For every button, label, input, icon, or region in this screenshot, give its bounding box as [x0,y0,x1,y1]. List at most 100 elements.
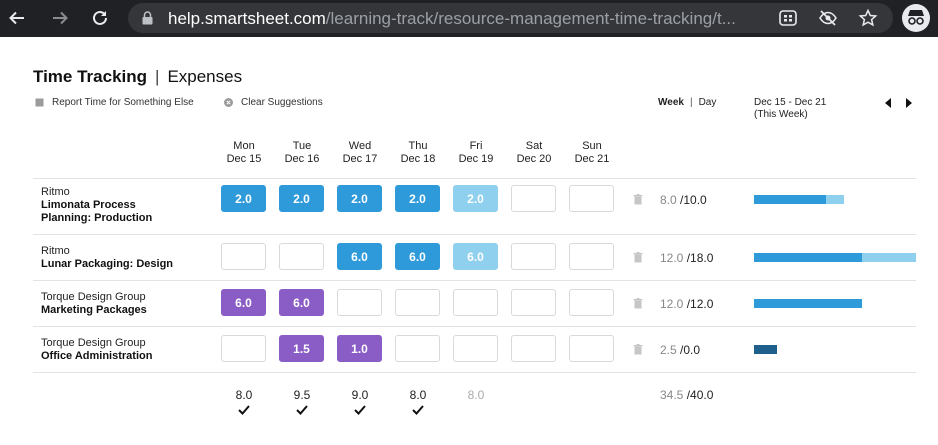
time-cell-wed[interactable]: 2.0 [337,185,382,212]
time-cell-wed[interactable]: 6.0 [337,243,382,270]
row-divider [33,280,916,281]
project-row-3-label: Torque Design Group Marketing Packages [41,291,147,317]
day-date: Dec 19 [458,153,494,165]
day-header-tue: Tue Dec 16 [273,140,331,166]
day-date: Dec 17 [342,153,378,165]
day-header-sun: Sun Dec 21 [563,140,621,166]
clear-circle-icon [224,98,233,107]
day-date: Dec 15 [226,153,262,165]
time-cell-tue[interactable] [279,243,324,270]
time-cell-thu[interactable] [395,289,440,316]
view-toggle-separator: | [689,97,693,108]
address-bar[interactable]: help.smartsheet.com/learning-track/resou… [128,3,893,33]
next-week-icon[interactable] [904,97,914,109]
time-cell-fri[interactable] [453,335,498,362]
lock-icon [142,11,153,25]
incognito-avatar-icon[interactable] [902,4,930,32]
trash-icon[interactable] [633,344,643,355]
capacity-hours: /10.0 [680,193,707,207]
planned-hours-bar [862,253,916,262]
logged-hours: 2.5 [660,343,677,357]
bookmark-star-icon[interactable] [858,9,878,27]
time-cell-fri[interactable]: 2.0 [453,185,498,212]
title-separator: | [155,67,160,86]
time-cell-fri[interactable] [453,289,498,316]
day-header-sat: Sat Dec 20 [505,140,563,166]
trash-icon[interactable] [633,194,643,205]
trash-icon[interactable] [633,252,643,263]
previous-week-icon[interactable] [883,97,893,109]
time-cell-thu[interactable]: 2.0 [395,185,440,212]
row-total: 2.5 /0.0 [660,343,730,357]
checkmark-icon [238,405,250,415]
day-name: Sun [582,140,602,152]
back-arrow-icon[interactable] [4,5,30,31]
time-tracking-tab[interactable]: Time Tracking [33,67,147,86]
time-cell-sun[interactable] [569,335,614,362]
checkmark-icon [412,405,424,415]
time-cell-tue[interactable]: 2.0 [279,185,324,212]
time-cell-wed[interactable]: 1.0 [337,335,382,362]
time-cell-tue[interactable]: 1.5 [279,335,324,362]
url-path: /learning-track/resource-management-time… [325,9,736,28]
project-row-4-label: Torque Design Group Office Administratio… [41,337,152,363]
day-header-thu: Thu Dec 18 [389,140,447,166]
time-cell-wed[interactable] [337,289,382,316]
day-total: 9.0 [351,388,369,402]
tab-search-icon[interactable] [778,9,798,27]
eye-off-icon[interactable] [818,9,838,27]
time-cell-mon[interactable]: 6.0 [221,289,266,316]
day-date: Dec 20 [516,153,552,165]
time-cell-sat[interactable] [511,289,556,316]
logged-hours-bar [754,299,862,308]
view-toggle: Week | Day [658,97,716,108]
time-cell-mon[interactable]: 2.0 [221,185,266,212]
time-cell-sat[interactable] [511,335,556,362]
day-date: Dec 21 [574,153,610,165]
time-cell-sun[interactable] [569,243,614,270]
date-range-text: Dec 15 - Dec 21 [754,97,827,108]
time-cell-thu[interactable]: 6.0 [395,243,440,270]
time-cell-fri[interactable]: 6.0 [453,243,498,270]
day-header-mon: Mon Dec 15 [215,140,273,166]
expenses-tab[interactable]: Expenses [167,67,242,86]
task-name-line1: Limonata Process [41,199,136,211]
day-view-button[interactable]: Day [699,97,717,108]
task-name: Office Administration [41,350,153,362]
total-capacity: /40.0 [686,388,714,402]
report-time-button[interactable]: Report Time for Something Else [35,97,194,108]
logged-hours: 12.0 [660,251,684,265]
client-name: Torque Design Group [41,337,146,349]
day-total: 8.0 [467,388,485,402]
row-total: 12.0 /18.0 [660,251,730,265]
time-cell-sun[interactable] [569,289,614,316]
date-range-note: (This Week) [754,109,808,120]
time-cell-sun[interactable] [569,185,614,212]
day-name: Wed [348,140,372,152]
day-name: Fri [469,140,483,152]
row-divider [33,178,916,179]
day-name: Thu [408,140,428,152]
page-title: Time Tracking | Expenses [33,67,242,87]
checkmark-icon [354,405,366,415]
trash-icon[interactable] [633,298,643,309]
time-cell-thu[interactable] [395,335,440,362]
time-cell-mon[interactable] [221,243,266,270]
forward-arrow-icon[interactable] [47,5,73,31]
week-view-button[interactable]: Week [658,97,684,108]
day-total: 8.0 [409,388,427,402]
day-total: 8.0 [235,388,253,402]
clear-suggestions-button[interactable]: Clear Suggestions [224,97,323,108]
project-row-1-label: Ritmo Limonata Process Planning: Product… [41,186,152,225]
time-cell-tue[interactable]: 6.0 [279,289,324,316]
reload-icon[interactable] [87,5,113,31]
time-cell-mon[interactable] [221,335,266,362]
planned-hours-bar [826,195,844,204]
url-host: help.smartsheet.com [168,9,326,28]
time-cell-sat[interactable] [511,185,556,212]
logged-hours-bar [754,253,862,262]
day-name: Sat [525,140,543,152]
project-row-2-label: Ritmo Lunar Packaging: Design [41,245,173,271]
time-cell-sat[interactable] [511,243,556,270]
row-divider [33,326,916,327]
